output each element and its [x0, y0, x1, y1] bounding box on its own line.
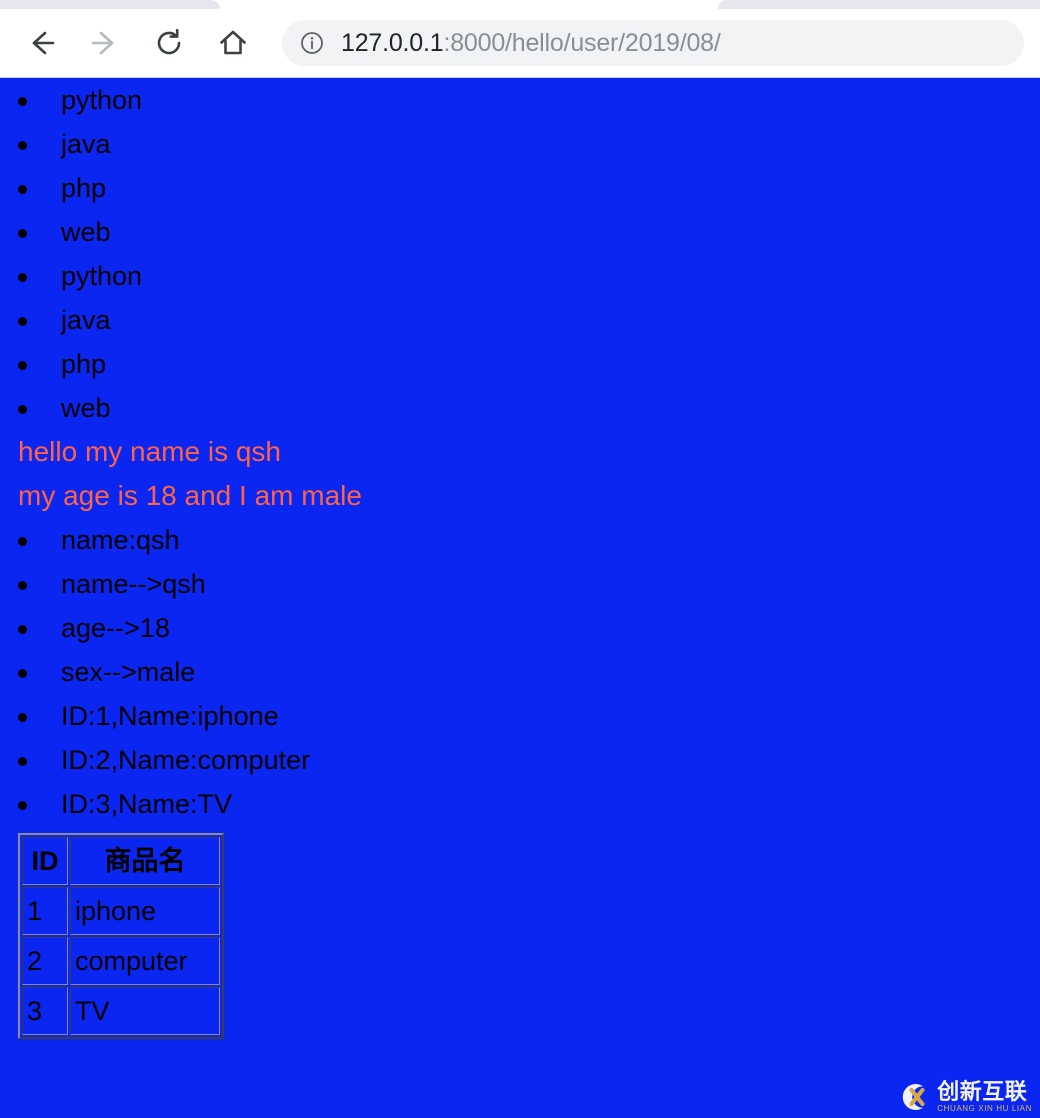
table-row: 3 TV — [22, 987, 220, 1035]
back-button[interactable] — [18, 20, 64, 66]
language-list: python java php web python java php web — [0, 78, 1040, 430]
home-icon — [217, 27, 249, 59]
greeting-line-2: my age is 18 and I am male — [18, 480, 362, 511]
browser-chrome: 127.0.0.1:8000/hello/user/2019/08/ — [0, 0, 1040, 78]
address-bar-url: 127.0.0.1:8000/hello/user/2019/08/ — [341, 29, 721, 58]
url-host: 127.0.0.1 — [341, 28, 444, 57]
url-path: :8000/hello/user/2019/08/ — [443, 28, 721, 57]
browser-toolbar: 127.0.0.1:8000/hello/user/2019/08/ — [0, 9, 1040, 77]
table-header-id: ID — [22, 837, 68, 885]
list-item: java — [0, 122, 1040, 166]
list-item: web — [0, 210, 1040, 254]
brand-logo-icon — [898, 1080, 932, 1114]
list-item: python — [0, 78, 1040, 122]
goods-table: ID 商品名 1 iphone 2 computer 3 TV — [18, 833, 224, 1039]
table-header-name: 商品名 — [70, 837, 220, 885]
browser-tab[interactable] — [718, 0, 1040, 9]
info-circle-icon[interactable] — [299, 30, 325, 56]
table-cell-id: 1 — [22, 887, 68, 935]
list-item: name-->qsh — [0, 562, 1040, 606]
list-item: age-->18 — [0, 606, 1040, 650]
table-cell-name: iphone — [70, 887, 220, 935]
watermark-text: 创新互联 CHUANG XIN HU LIAN — [937, 1081, 1032, 1113]
page-content: python java php web python java php web … — [0, 78, 1040, 1118]
list-item: web — [0, 386, 1040, 430]
arrow-left-icon — [25, 27, 57, 59]
list-item: ID:3,Name:TV — [0, 782, 1040, 826]
arrow-right-icon — [89, 27, 121, 59]
list-item: java — [0, 298, 1040, 342]
watermark-subtitle: CHUANG XIN HU LIAN — [937, 1104, 1032, 1113]
table-header-row: ID 商品名 — [22, 837, 220, 885]
list-item: ID:2,Name:computer — [0, 738, 1040, 782]
list-item: python — [0, 254, 1040, 298]
reload-icon — [153, 27, 185, 59]
watermark: 创新互联 CHUANG XIN HU LIAN — [898, 1080, 1032, 1114]
list-item: php — [0, 342, 1040, 386]
table-cell-name: computer — [70, 937, 220, 985]
table-head: ID 商品名 — [22, 837, 220, 885]
watermark-title: 创新互联 — [937, 1079, 1028, 1104]
list-item: ID:1,Name:iphone — [0, 694, 1040, 738]
table-row: 2 computer — [22, 937, 220, 985]
list-item: php — [0, 166, 1040, 210]
browser-tab[interactable] — [0, 0, 220, 9]
list-item: sex-->male — [0, 650, 1040, 694]
table-cell-id: 3 — [22, 987, 68, 1035]
browser-tab-active[interactable] — [222, 0, 717, 9]
tab-strip — [0, 0, 1040, 9]
reload-button[interactable] — [146, 20, 192, 66]
address-bar[interactable]: 127.0.0.1:8000/hello/user/2019/08/ — [282, 20, 1024, 66]
forward-button[interactable] — [82, 20, 128, 66]
table-body: 1 iphone 2 computer 3 TV — [22, 887, 220, 1035]
table-row: 1 iphone — [22, 887, 220, 935]
list-item: name:qsh — [0, 518, 1040, 562]
home-button[interactable] — [210, 20, 256, 66]
table-cell-id: 2 — [22, 937, 68, 985]
greeting-line-1: hello my name is qsh — [18, 436, 282, 467]
table-cell-name: TV — [70, 987, 220, 1035]
details-list: name:qsh name-->qsh age-->18 sex-->male … — [0, 518, 1040, 826]
